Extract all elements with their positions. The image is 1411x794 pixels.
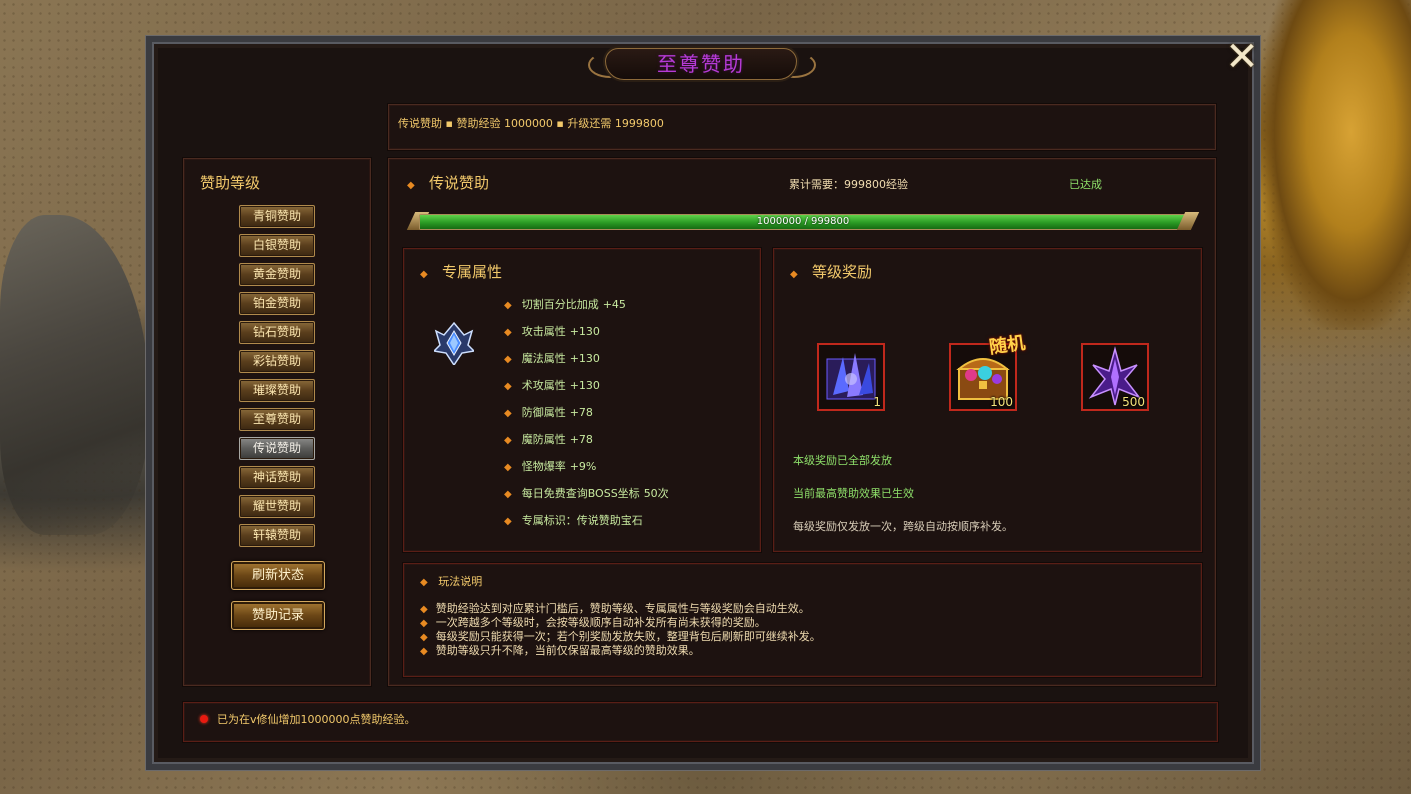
sidebar: 赞助等级 青铜赞助白银赞助黄金赞助铂金赞助钻石赞助彩钻赞助璀璨赞助至尊赞助传说赞… — [183, 158, 371, 686]
attribute-title-text: 专属属性 — [442, 263, 503, 281]
attribute-value: +78 — [569, 406, 593, 419]
background-tree — [1261, 0, 1411, 330]
level-button[interactable]: 彩钻赞助 — [239, 350, 315, 373]
diamond-icon: ◆ — [504, 516, 512, 527]
diamond-icon: ◆ — [504, 300, 512, 311]
sponsor-record-button[interactable]: 赞助记录 — [231, 601, 325, 630]
attribute-name: 术攻属性 — [521, 379, 566, 392]
level-button[interactable]: 耀世赞助 — [239, 495, 315, 518]
diamond-icon: ◆ — [420, 646, 428, 657]
window-title-plate: 至尊赞助 — [605, 48, 797, 80]
level-title: ◆ 传说赞助 — [407, 172, 489, 193]
level-button[interactable]: 白银赞助 — [239, 234, 315, 257]
diamond-icon: ◆ — [420, 577, 428, 588]
close-icon[interactable]: ✕ — [1222, 37, 1262, 78]
diamond-icon: ◆ — [790, 269, 798, 280]
attribute-name: 每日免费查询BOSS坐标 — [521, 487, 640, 500]
attribute-name: 防御属性 — [521, 406, 566, 419]
progress-label: 1000000 / 999800 — [756, 216, 850, 227]
help-title-text: 玩法说明 — [438, 575, 483, 588]
attribute-panel: ◆ 专属属性 ◆ 切割百分比加成 +45 ◆ 攻击属性 +130 ◆ 魔法属性 +130 ◆ 术攻属… — [403, 248, 761, 552]
diamond-icon: ◆ — [504, 462, 512, 473]
reward-note: 每级奖励仅发放一次，跨级自动按顺序补发。 — [793, 520, 1013, 533]
reward-title-text: 等级奖励 — [812, 263, 873, 281]
attribute-name: 魔防属性 — [521, 433, 566, 446]
attribute-value: +130 — [569, 352, 600, 365]
level-button[interactable]: 璀璨赞助 — [239, 379, 315, 402]
reward-note: 本级奖励已全部发放 — [793, 454, 892, 467]
level-button[interactable]: 传说赞助 — [239, 437, 315, 460]
help-line: ◆ 赞助等级只升不降，当前仅保留最高等级的赞助效果。 — [420, 642, 700, 658]
info-bar-text: 传说赞助 ▪ 赞助经验 1000000 ▪ 升级还需 1999800 — [398, 117, 664, 130]
reward-note: 当前最高赞助效果已生效 — [793, 487, 914, 500]
level-button[interactable]: 黄金赞助 — [239, 263, 315, 286]
attribute-name: 怪物爆率 — [521, 460, 566, 473]
attribute-row: ◆ 切割百分比加成 +45 — [504, 296, 626, 312]
level-button[interactable]: 轩辕赞助 — [239, 524, 315, 547]
attribute-title: ◆ 专属属性 — [420, 261, 502, 282]
attribute-value: +45 — [602, 298, 626, 311]
attribute-row: ◆ 攻击属性 +130 — [504, 323, 600, 339]
reward-panel: ◆ 等级奖励 1 100 随机 500 本级奖励已全部发放 当前最高赞助效果已生… — [773, 248, 1202, 552]
level-button[interactable]: 至尊赞助 — [239, 408, 315, 431]
reward-title: ◆ 等级奖励 — [790, 261, 872, 282]
attribute-name: 切割百分比加成 — [521, 298, 599, 311]
attribute-value: +9% — [569, 460, 597, 473]
info-bar: 传说赞助 ▪ 赞助经验 1000000 ▪ 升级还需 1999800 — [388, 104, 1216, 150]
reward-count: 100 — [990, 395, 1013, 409]
refresh-status-button[interactable]: 刷新状态 — [231, 561, 325, 590]
attribute-row: ◆ 防御属性 +78 — [504, 404, 593, 420]
red-dot-icon — [200, 715, 208, 723]
diamond-icon: ◆ — [504, 489, 512, 500]
attribute-value: 50次 — [643, 487, 669, 500]
attribute-name: 攻击属性 — [521, 325, 566, 338]
status-achieved: 已达成 — [1069, 178, 1102, 191]
attribute-value: +130 — [569, 325, 600, 338]
attribute-value: +78 — [569, 433, 593, 446]
attribute-row: ◆ 每日免费查询BOSS坐标 50次 — [504, 485, 669, 501]
help-line-text: 赞助等级只升不降，当前仅保留最高等级的赞助效果。 — [435, 644, 700, 657]
diamond-icon: ◆ — [407, 180, 415, 191]
level-button[interactable]: 神话赞助 — [239, 466, 315, 489]
diamond-icon: ◆ — [504, 381, 512, 392]
status-bar: 已为在v修仙增加1000000点赞助经验。 — [183, 702, 1218, 742]
attribute-name: 专属标识：传说赞助宝石 — [521, 514, 643, 527]
attribute-row: ◆ 魔法属性 +130 — [504, 350, 600, 366]
diamond-icon: ◆ — [420, 269, 428, 280]
help-title: ◆ 玩法说明 — [420, 573, 482, 589]
attribute-name: 魔法属性 — [521, 352, 566, 365]
reward-slot-3[interactable]: 500 — [1081, 343, 1149, 411]
diamond-icon: ◆ — [504, 408, 512, 419]
reward-count: 1 — [873, 395, 881, 409]
level-button[interactable]: 铂金赞助 — [239, 292, 315, 315]
window-title: 至尊赞助 — [657, 52, 745, 76]
attribute-row: ◆ 专属标识：传说赞助宝石 — [504, 512, 647, 528]
level-button[interactable]: 钻石赞助 — [239, 321, 315, 344]
status-message: 已为在v修仙增加1000000点赞助经验。 — [217, 713, 416, 726]
level-title-text: 传说赞助 — [429, 174, 490, 192]
help-panel: ◆ 玩法说明 ◆ 赞助经验达到对应累计门槛后，赞助等级、专属属性与等级奖励会自动生… — [403, 563, 1202, 677]
level-button[interactable]: 青铜赞助 — [239, 205, 315, 228]
random-tag: 随机 — [987, 332, 1027, 359]
sidebar-heading: 赞助等级 — [200, 174, 261, 192]
diamond-icon: ◆ — [504, 327, 512, 338]
attribute-row: ◆ 魔防属性 +78 — [504, 431, 593, 447]
diamond-icon: ◆ — [504, 435, 512, 446]
attribute-row: ◆ 术攻属性 +130 — [504, 377, 600, 393]
diamond-icon: ◆ — [504, 354, 512, 365]
requirement-text: 累计需要：999800经验 — [789, 178, 908, 191]
progress-bar: 1000000 / 999800 — [419, 214, 1187, 230]
attribute-value: +130 — [569, 379, 600, 392]
blue-crystal-gem-icon — [434, 321, 474, 365]
reward-count: 500 — [1122, 395, 1145, 409]
attribute-row: ◆ 怪物爆率 +9% — [504, 458, 596, 474]
reward-slot-1[interactable]: 1 — [817, 343, 885, 411]
